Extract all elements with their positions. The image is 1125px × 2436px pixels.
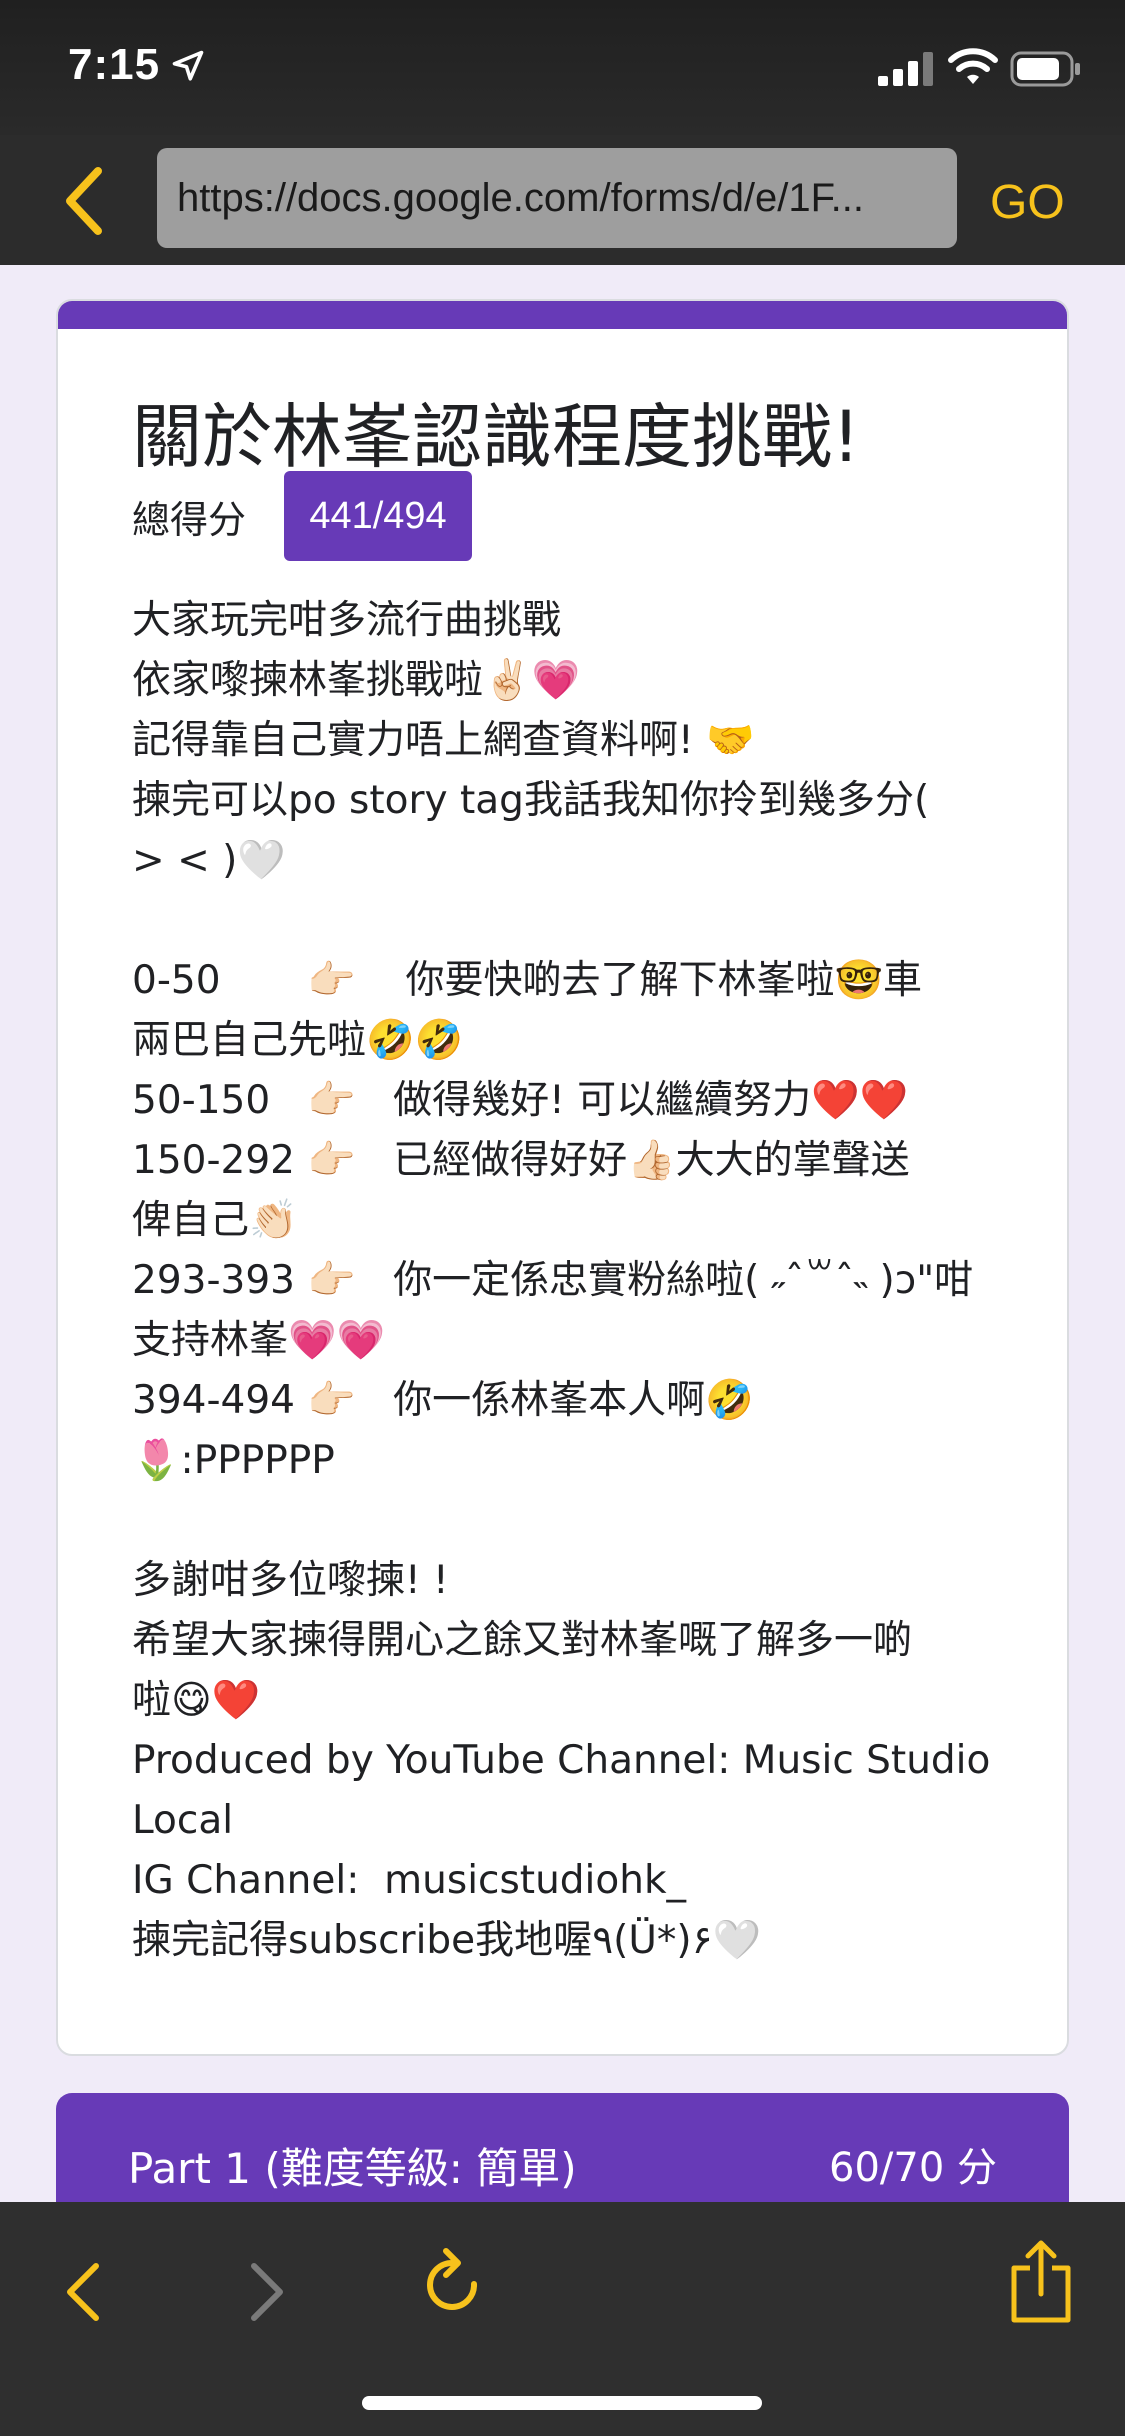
- description-line: Local: [132, 1798, 234, 1843]
- status-time: 7:15: [68, 40, 161, 89]
- description-line: 揀完可以po story tag我話我知你拎到幾多分(: [132, 778, 930, 823]
- forward-chevron-icon[interactable]: [246, 2260, 290, 2324]
- description-line: 293-393 👉🏻 你一定係忠實粉絲啦( ˶ˆ꒳ˆ˵ )ɔ"咁: [132, 1258, 974, 1303]
- back-chevron-icon[interactable]: [60, 165, 108, 237]
- go-button[interactable]: GO: [990, 175, 1065, 230]
- description-line: 依家嚟揀林峯挑戰啦✌🏻💗: [132, 658, 581, 703]
- description-line: 大家玩完咁多流行曲挑戰: [132, 598, 562, 643]
- description-line: 0-50 👉🏻 你要快啲去了解下林峯啦🤓車: [132, 958, 922, 1003]
- url-field[interactable]: https://docs.google.com/forms/d/e/1F...: [157, 148, 957, 248]
- description-line: 啦😋❤️: [132, 1678, 261, 1723]
- wifi-icon: [948, 48, 998, 84]
- card-accent-bar: [58, 301, 1067, 329]
- description-line: 俾自己👏🏻: [132, 1198, 298, 1243]
- description-line: IG Channel: musicstudiohk_: [132, 1858, 687, 1903]
- description-line: 50-150 👉🏻 做得幾好! 可以繼續努力❤️❤️: [132, 1078, 909, 1123]
- back-chevron-icon[interactable]: [60, 2260, 104, 2324]
- description-line: 支持林峯💗💗: [132, 1318, 386, 1363]
- form-title: 關於林峯認識程度挑戰!: [132, 396, 861, 478]
- description-line: > < )🤍: [132, 838, 286, 883]
- description-line: 394-494 👉🏻 你一係林峯本人啊🤣: [132, 1378, 754, 1423]
- section-header-part-1: Part 1 (難度等級: 簡單) 60/70 分: [56, 2093, 1069, 2202]
- share-icon[interactable]: [1008, 2238, 1074, 2328]
- score-badge: 441/494: [284, 471, 472, 561]
- home-indicator[interactable]: [362, 2396, 762, 2410]
- description-line: [132, 1491, 1022, 1551]
- form-header-card: 關於林峯認識程度挑戰! 總得分 441/494 大家玩完咁多流行曲挑戰 依家嚟揀…: [56, 299, 1069, 2056]
- section-title: Part 1 (難度等級: 簡單): [128, 2144, 577, 2193]
- description-line: [132, 891, 1022, 951]
- description-line: Produced by YouTube Channel: Music Studi…: [132, 1738, 991, 1783]
- description-line: 多謝咁多位嚟揀! !: [132, 1558, 449, 1603]
- battery-icon: [1010, 51, 1080, 87]
- section-score: 60/70 分: [829, 2145, 997, 2191]
- description-line: 150-292 👉🏻 已經做得好好👍🏻大大的掌聲送: [132, 1138, 910, 1183]
- signal-icon: [878, 52, 933, 86]
- page-content: 關於林峯認識程度挑戰! 總得分 441/494 大家玩完咁多流行曲挑戰 依家嚟揀…: [0, 265, 1125, 2202]
- browser-url-bar: https://docs.google.com/forms/d/e/1F... …: [0, 135, 1125, 265]
- description-line: 兩巴自己先啦🤣🤣: [132, 1018, 464, 1063]
- score-label: 總得分: [132, 498, 247, 542]
- description-line: 記得靠自己實力唔上網查資料啊! 🤝: [132, 718, 755, 763]
- location-arrow-icon: [172, 50, 204, 81]
- description-line: 🌷:PPPPPP: [132, 1438, 335, 1483]
- reload-icon[interactable]: [418, 2246, 488, 2326]
- form-description: 大家玩完咁多流行曲挑戰 依家嚟揀林峯挑戰啦✌🏻💗 記得靠自己實力唔上網查資料啊!…: [132, 591, 1022, 1971]
- description-line: 希望大家揀得開心之餘又對林峯嘅了解多一啲: [132, 1618, 913, 1663]
- description-line: 揀完記得subscribe我地喔٩(Ü*)۶🤍: [132, 1918, 762, 1963]
- status-bar: 7:15: [0, 0, 1125, 135]
